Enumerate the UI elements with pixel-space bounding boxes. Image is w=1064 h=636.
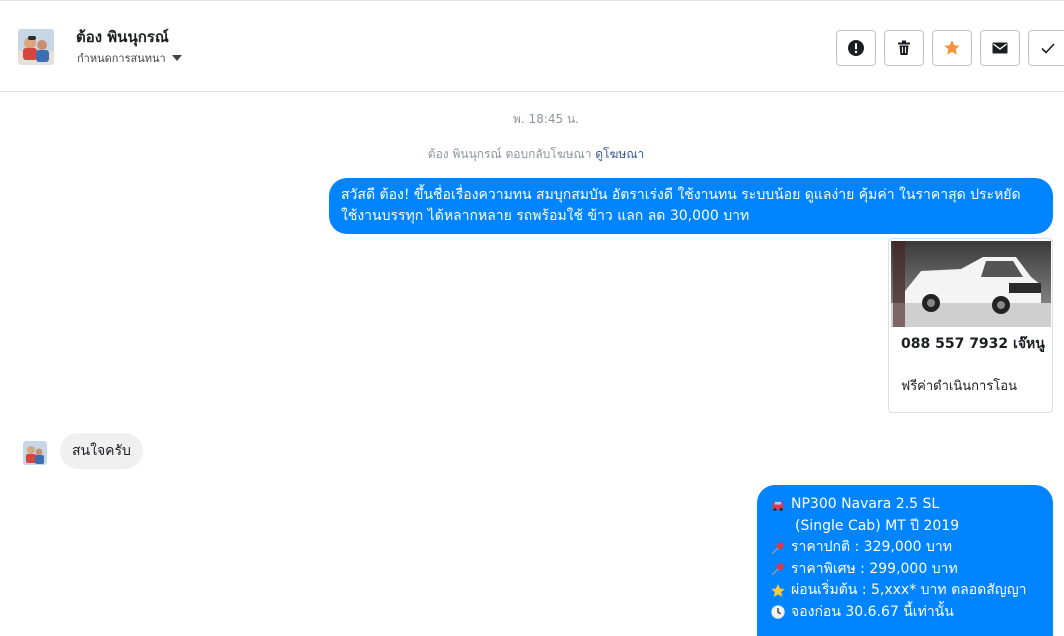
message-line-text: ราคาพิเศษ : 299,000 บาท xyxy=(791,560,958,577)
message-line-text: NP300 Navara 2.5 SL xyxy=(791,496,940,512)
incoming-message: สนใจครับ xyxy=(60,433,143,469)
message-line: ราคาพิเศษ : 299,000 บาท xyxy=(769,559,1041,581)
header-actions xyxy=(836,30,1064,66)
message-timestamp: พ. 18:45 น. xyxy=(513,112,579,126)
pushpin-icon xyxy=(769,560,787,578)
message-line: NP300 Navara 2.5 SL xyxy=(769,494,1041,516)
caret-down-icon xyxy=(171,55,182,61)
outgoing-message: สวัสดี ต้อง! ขึ้นชื่อเรื่องความทน สมบุกส… xyxy=(329,178,1053,234)
message-line: ผ่อนเริ่มต้น : 5,xxx* บาท ตลอดสัญญา xyxy=(769,580,1041,602)
message-line-text: (Single Cab) MT ปี 2019 xyxy=(795,517,960,534)
conversation-settings-menu[interactable]: กำหนดการสนทนา xyxy=(77,49,182,67)
mark-unread-button[interactable] xyxy=(980,30,1020,66)
message-line-text: ราคาปกติ : 329,000 บาท xyxy=(791,539,952,555)
ad-card-description: ฟรีค่าดำเนินการโอน xyxy=(901,379,1017,394)
message-line: ราคาปกติ : 329,000 บาท xyxy=(769,537,1041,559)
car-icon xyxy=(769,496,787,514)
check-icon xyxy=(1041,43,1055,54)
trash-icon xyxy=(898,40,910,55)
clock-icon xyxy=(769,603,787,621)
conversation-header: ต้อง พินนุกรณ์ กำหนดการสนทนา xyxy=(0,0,1064,92)
ad-card-title: 088 557 7932 เจ๊หนู xyxy=(901,336,1045,352)
alert-icon xyxy=(848,40,864,56)
report-button[interactable] xyxy=(836,30,876,66)
outgoing-message-details: NP300 Navara 2.5 SL (Single Cab) MT ปี 2… xyxy=(757,485,1053,636)
done-button[interactable] xyxy=(1028,30,1064,66)
contact-name[interactable]: ต้อง พินนุกรณ์ xyxy=(76,25,169,49)
message-line: จองก่อน 30.6.67 นี้เท่านั้น xyxy=(769,602,1041,624)
ad-card[interactable]: 088 557 7932 เจ๊หนู ฟรีค่าดำเนินการโอน xyxy=(888,238,1053,413)
envelope-icon xyxy=(992,42,1008,54)
message-line-text: ผ่อนเริ่มต้น : 5,xxx* บาท ตลอดสัญญา xyxy=(791,582,1027,598)
contact-avatar[interactable] xyxy=(18,29,54,65)
star-icon xyxy=(769,582,787,600)
pickup-truck-image xyxy=(891,241,1051,327)
star-button[interactable] xyxy=(932,30,972,66)
conversation-settings-label: กำหนดการสนทนา xyxy=(77,52,166,65)
contact-avatar-small xyxy=(23,441,47,465)
ad-reply-text: ต้อง พินนุกรณ์ ตอบกลับโฆษณา xyxy=(427,147,592,161)
view-ad-link[interactable]: ดูโฆษณา xyxy=(595,147,644,161)
ad-reply-note: ต้อง พินนุกรณ์ ตอบกลับโฆษณา ดูโฆษณา xyxy=(0,145,1064,164)
delete-button[interactable] xyxy=(884,30,924,66)
star-icon xyxy=(944,40,960,55)
message-line-text: จองก่อน 30.6.67 นี้เท่านั้น xyxy=(791,603,954,620)
pushpin-icon xyxy=(769,539,787,557)
message-line: (Single Cab) MT ปี 2019 xyxy=(769,516,1041,538)
